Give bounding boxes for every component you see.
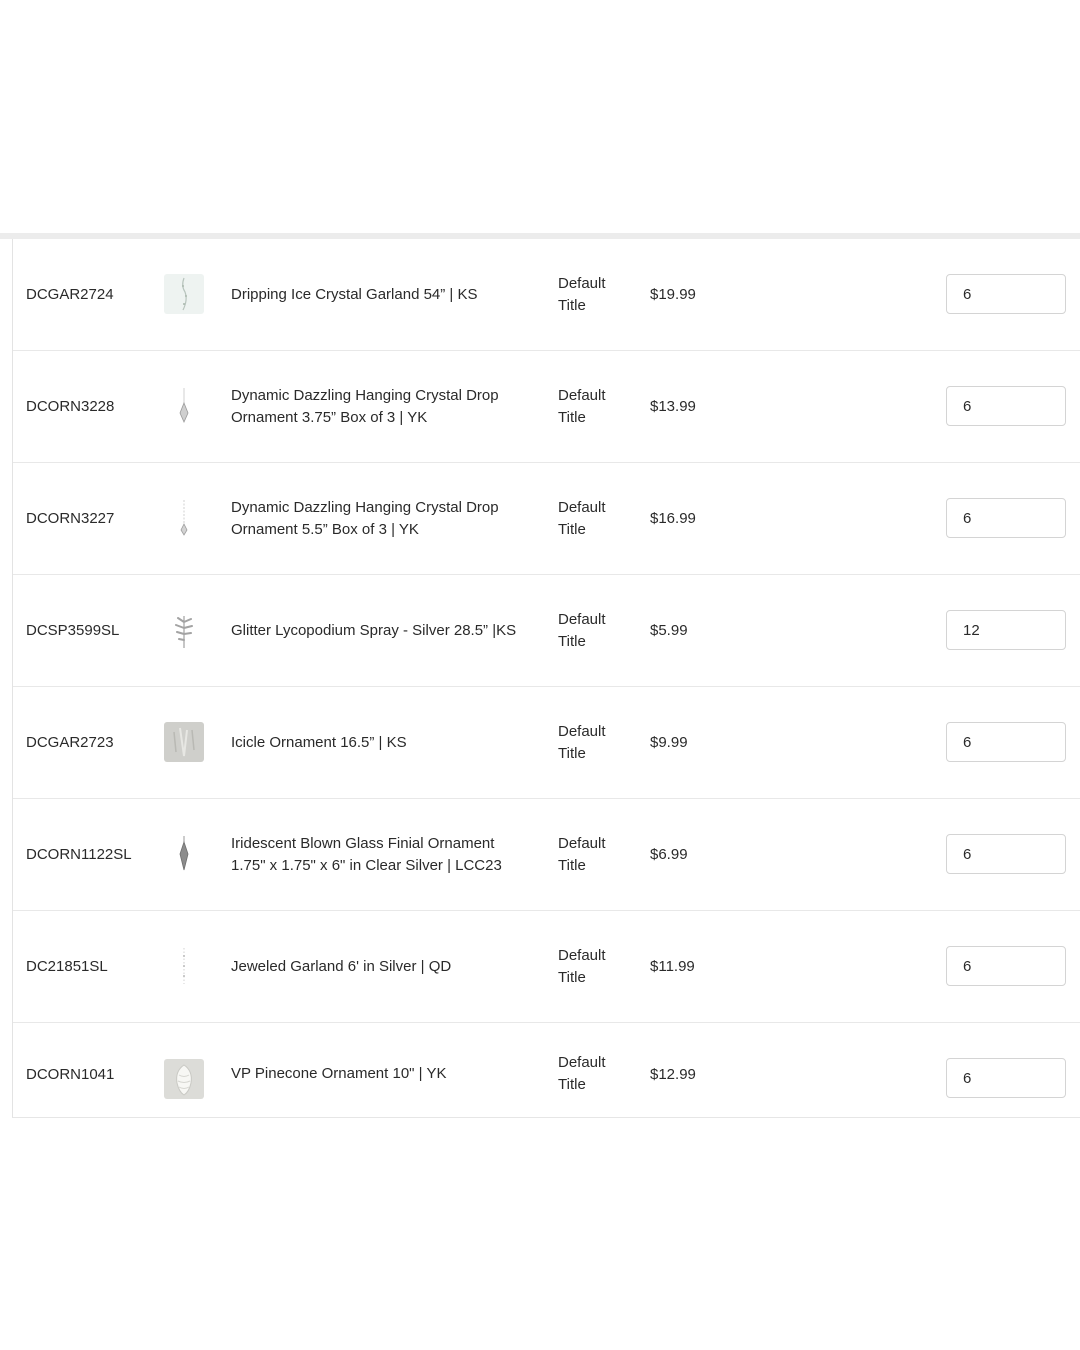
- quantity-input[interactable]: [946, 386, 1066, 426]
- product-table: DCGAR2724 Dripping Ice Crystal Garland 5…: [12, 239, 1080, 1118]
- variant-title: Default Title: [558, 386, 606, 426]
- variant-title: Default Title: [558, 274, 606, 314]
- variant-title: Default Title: [558, 946, 606, 986]
- variant-title: Default Title: [558, 722, 606, 762]
- finial-ornament-thumbnail: [164, 834, 204, 874]
- price: $13.99: [650, 398, 696, 415]
- sku-cell: DC21851SL: [26, 958, 108, 975]
- quantity-input[interactable]: [946, 274, 1066, 314]
- lycopodium-spray-thumbnail: [164, 610, 204, 650]
- table-row: DCORN3227 Dynamic Dazzling Hanging Cryst…: [13, 463, 1080, 575]
- product-title: Dynamic Dazzling Hanging Crystal Drop Or…: [231, 386, 499, 426]
- variant-title: Default Title: [558, 498, 606, 538]
- sku-cell: DCORN1122SL: [26, 846, 132, 863]
- pinecone-thumbnail: [164, 1059, 204, 1099]
- crystal-drop-thumbnail: [164, 498, 204, 538]
- table-row: DCORN1041 VP Pinecone Ornament 10" | YK …: [13, 1023, 1080, 1125]
- product-title: Icicle Ornament 16.5” | KS: [231, 733, 407, 751]
- sku-cell: DCGAR2723: [26, 734, 114, 751]
- sku-cell: DCGAR2724: [26, 286, 114, 303]
- table-row: DCGAR2724 Dripping Ice Crystal Garland 5…: [13, 239, 1080, 351]
- variant-title: Default Title: [558, 610, 606, 650]
- sku-cell: DCSP3599SL: [26, 622, 120, 639]
- sku-cell: DCORN3227: [26, 510, 115, 527]
- quantity-input[interactable]: [946, 946, 1066, 986]
- quantity-input[interactable]: [946, 722, 1066, 762]
- jeweled-garland-thumbnail: [164, 946, 204, 986]
- variant-title: Default Title: [558, 1054, 606, 1093]
- price: $16.99: [650, 510, 696, 527]
- quantity-input[interactable]: [946, 498, 1066, 538]
- icicle-thumbnail: [164, 722, 204, 762]
- quantity-input[interactable]: [946, 834, 1066, 874]
- price: $12.99: [650, 1065, 696, 1083]
- product-title: Dynamic Dazzling Hanging Crystal Drop Or…: [231, 498, 499, 538]
- price: $9.99: [650, 734, 688, 751]
- price: $5.99: [650, 622, 688, 639]
- product-title: Dripping Ice Crystal Garland 54” | KS: [231, 285, 478, 303]
- variant-title: Default Title: [558, 834, 606, 874]
- quantity-input[interactable]: [946, 610, 1066, 650]
- table-row: DCGAR2723 Icicle Ornament 16.5” | KS Def…: [13, 687, 1080, 799]
- crystal-drop-thumbnail: [164, 386, 204, 426]
- price: $19.99: [650, 286, 696, 303]
- price: $11.99: [650, 958, 695, 975]
- table-row: DCORN1122SL Iridescent Blown Glass Finia…: [13, 799, 1080, 911]
- quantity-input[interactable]: [946, 1058, 1066, 1098]
- sku-cell: DCORN3228: [26, 398, 115, 415]
- table-row: DCSP3599SL Glitter Lycopodium Spray - Si…: [13, 575, 1080, 687]
- crystal-garland-thumbnail: [164, 274, 204, 314]
- sku-cell: DCORN1041: [26, 1065, 115, 1083]
- table-row: DC21851SL Jeweled Garland 6' in Silver |…: [13, 911, 1080, 1023]
- product-title: Jeweled Garland 6' in Silver | QD: [231, 957, 452, 975]
- product-title: Glitter Lycopodium Spray - Silver 28.5” …: [231, 621, 517, 639]
- product-title: Iridescent Blown Glass Finial Ornament 1…: [231, 834, 502, 874]
- price: $6.99: [650, 846, 688, 863]
- table-row: DCORN3228 Dynamic Dazzling Hanging Cryst…: [13, 351, 1080, 463]
- product-title: VP Pinecone Ornament 10" | YK: [231, 1065, 447, 1082]
